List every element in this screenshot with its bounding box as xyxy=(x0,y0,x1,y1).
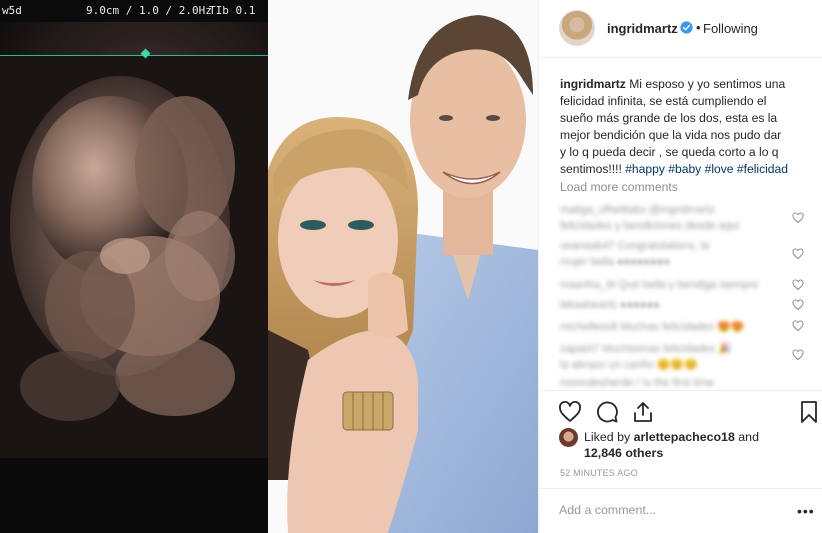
load-more-comments-link[interactable]: Load more comments xyxy=(560,180,678,194)
hashtag-link[interactable]: #love xyxy=(705,162,734,176)
comment-like-heart-icon[interactable] xyxy=(792,299,804,311)
verified-badge-icon xyxy=(680,21,693,34)
ultrasound-scan xyxy=(0,56,268,458)
hashtag-link[interactable]: #felicidad xyxy=(737,162,788,176)
ultrasound-label-tib: TIb 0.1 xyxy=(209,4,256,17)
comment-text: michellesolt Muchas felicidades 😍😍 xyxy=(560,321,745,333)
caption-username[interactable]: ingridmartz xyxy=(560,77,626,91)
hashtag-link[interactable]: #happy xyxy=(625,162,665,176)
add-comment-input[interactable] xyxy=(559,503,779,517)
caption-text-line-1: Mi esposo y yo sentimos una xyxy=(625,77,786,91)
comment-text: zapat47 Muchisimas felicidades 🎉 xyxy=(560,343,733,355)
couple-photo xyxy=(268,0,538,533)
following-button[interactable]: Following xyxy=(703,21,758,36)
comment-text: matiga_ofhelitabx @ingridmartz xyxy=(560,204,715,216)
comment-like-heart-icon[interactable] xyxy=(792,248,804,260)
comment-like-heart-icon[interactable] xyxy=(792,349,804,361)
comment-text: felicidades y bendiciones desde aqui xyxy=(560,220,740,232)
caption-text-line-4: mejor bendición que la vida nos pudo dar xyxy=(560,128,782,142)
caption-text-line-5: y lo q pueda decir , se queda corto a lo… xyxy=(560,145,779,159)
comment-text: lekaahearts ●●●●●● xyxy=(560,299,660,311)
comment-text: mujer bella ●●●●●●●● xyxy=(560,256,671,268)
comment-text: maartha_9t Qué bella y bendiga siempre xyxy=(560,279,759,291)
caption-text-line-6: sentimos!!!! xyxy=(560,162,626,176)
likes-and: and xyxy=(734,430,759,444)
post-header: ingridmartz • Following xyxy=(539,0,822,58)
ultrasound-guide-line-top xyxy=(0,55,268,56)
post-actions-bar xyxy=(539,390,822,430)
author-username[interactable]: ingridmartz xyxy=(607,21,678,36)
comment-text: la abrazo un cariño 😊😊😊 xyxy=(560,359,698,371)
comment-like-heart-icon[interactable] xyxy=(792,212,804,224)
comment-text: moondesherde / Is the first time xyxy=(560,377,715,389)
caption-text-line-2: felicidad infinita, se está cumpliendo e… xyxy=(560,94,767,108)
liker-avatar[interactable] xyxy=(559,428,578,447)
add-comment-bar: ••• xyxy=(539,488,822,533)
like-heart-icon[interactable] xyxy=(558,400,582,424)
ultrasound-image: w5d 9.0cm / 1.0 / 2.0Hz TIb 0.1 xyxy=(0,0,268,533)
couple-photo-illustration xyxy=(268,0,538,533)
author-avatar[interactable] xyxy=(559,10,595,46)
ultrasound-dark-band xyxy=(0,458,268,533)
header-separator: • xyxy=(696,20,701,35)
hashtag-link[interactable]: #baby xyxy=(668,162,701,176)
likes-count-link[interactable]: 12,846 others xyxy=(584,446,663,460)
ultrasound-label-gestation: w5d xyxy=(2,4,22,17)
comment-like-heart-icon[interactable] xyxy=(792,320,804,332)
comment-bubble-icon[interactable] xyxy=(595,400,619,424)
save-bookmark-icon[interactable] xyxy=(797,400,821,424)
post-timestamp[interactable]: 52 MINUTES AGO xyxy=(560,468,638,478)
likes-prefix: Liked by xyxy=(584,430,634,444)
share-icon[interactable] xyxy=(631,400,655,424)
caption-text-line-3: sueño más grande de los dos, esta es la xyxy=(560,111,778,125)
comment-like-heart-icon[interactable] xyxy=(792,279,804,291)
liker-username[interactable]: arlettepacheco18 xyxy=(634,430,735,444)
ultrasound-label-depth: 9.0cm / 1.0 / 2.0Hz xyxy=(86,4,212,17)
comment-text: veanaab47 Congratulations, la xyxy=(560,240,710,252)
ultrasound-header: w5d 9.0cm / 1.0 / 2.0Hz TIb 0.1 xyxy=(0,0,268,22)
post-panel: ingridmartz • Following ingridmartz Mi e… xyxy=(538,0,822,533)
more-options-icon[interactable]: ••• xyxy=(797,503,815,519)
post-caption: ingridmartz Mi esposo y yo sentimos una … xyxy=(560,76,810,178)
